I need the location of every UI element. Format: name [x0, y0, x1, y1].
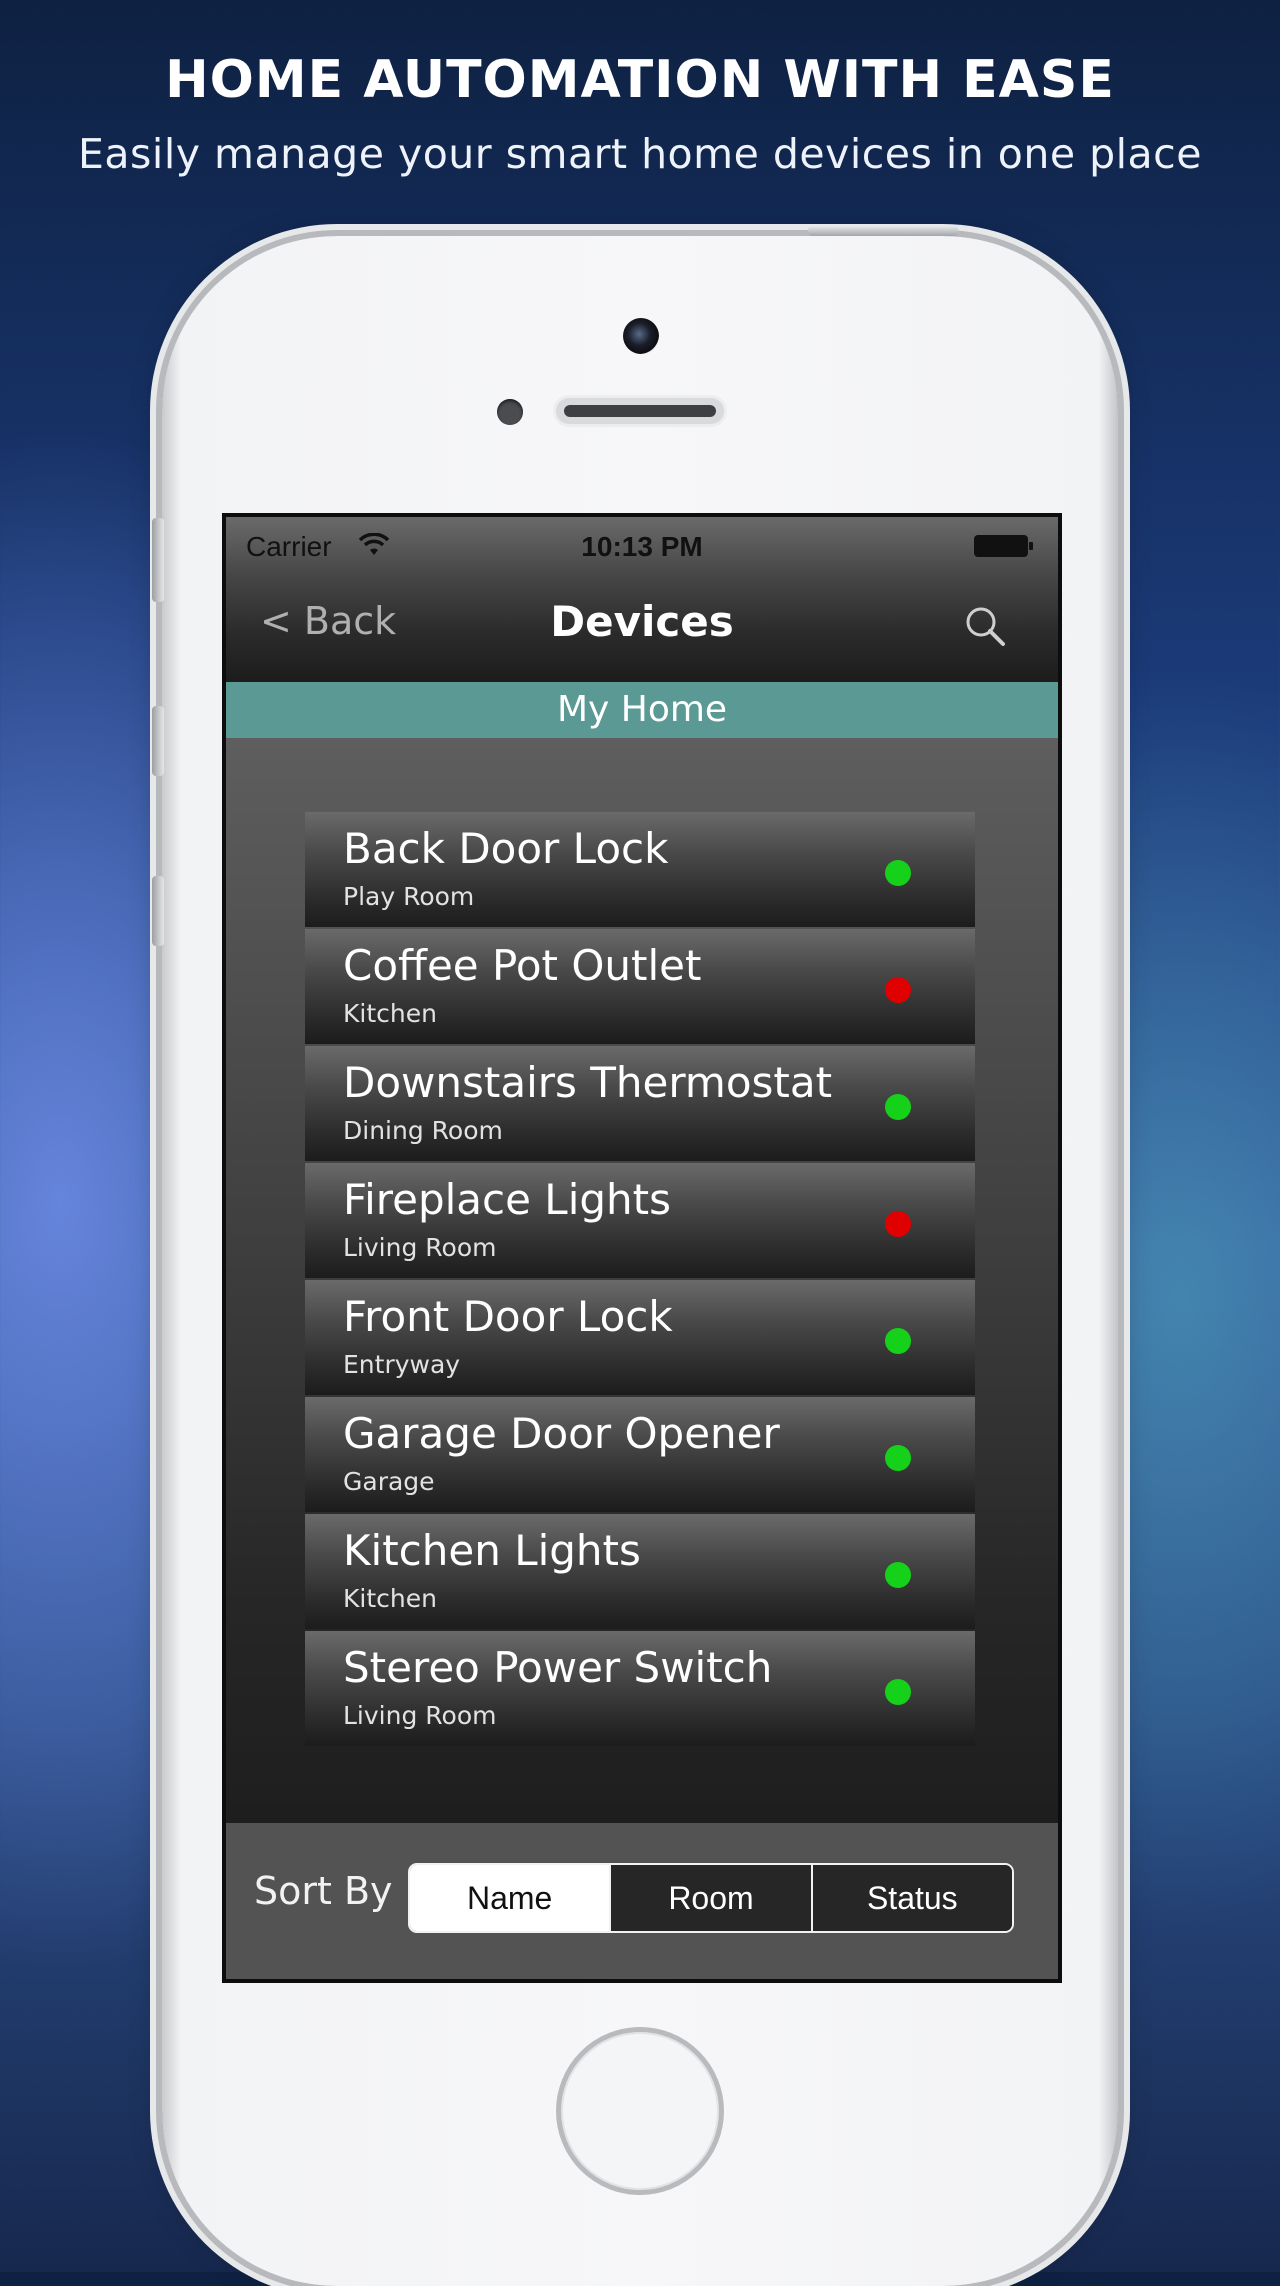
home-button[interactable]: [556, 2027, 724, 2195]
device-name: Front Door Lock: [343, 1292, 673, 1341]
device-name: Downstairs Thermostat: [343, 1058, 833, 1107]
sort-option-room[interactable]: Room: [609, 1865, 811, 1931]
phone-screen: Carrier 10:13 PM < Back Devices My Home …: [222, 513, 1062, 1983]
status-indicator-icon: [885, 1679, 911, 1705]
device-row[interactable]: Back Door Lock Play Room: [305, 812, 975, 927]
device-room: Living Room: [343, 1701, 497, 1730]
sort-bar: Sort By Name Room Status: [226, 1823, 1058, 1979]
device-room: Kitchen: [343, 999, 437, 1028]
sort-option-name[interactable]: Name: [410, 1865, 610, 1931]
device-name: Stereo Power Switch: [343, 1643, 773, 1692]
battery-icon: [974, 535, 1033, 557]
volume-down-button: [152, 876, 164, 946]
navigation-bar: Carrier 10:13 PM < Back Devices: [226, 517, 1058, 682]
status-indicator-icon: [885, 1562, 911, 1588]
device-name: Coffee Pot Outlet: [343, 941, 702, 990]
earpiece-speaker: [556, 398, 724, 424]
device-room: Dining Room: [343, 1116, 503, 1145]
device-list-area: Back Door Lock Play Room Coffee Pot Outlet…: [226, 738, 1058, 1823]
device-name: Fireplace Lights: [343, 1175, 672, 1224]
device-row[interactable]: Garage Door Opener Garage: [305, 1397, 975, 1512]
device-name: Garage Door Opener: [343, 1409, 780, 1458]
search-icon[interactable]: [962, 603, 1008, 649]
mute-switch: [152, 518, 164, 602]
status-indicator-icon: [885, 977, 911, 1003]
device-row[interactable]: Fireplace Lights Living Room: [305, 1163, 975, 1278]
device-room: Living Room: [343, 1233, 497, 1262]
device-row[interactable]: Coffee Pot Outlet Kitchen: [305, 929, 975, 1044]
status-indicator-icon: [885, 1211, 911, 1237]
power-button: [808, 226, 958, 236]
status-indicator-icon: [885, 1094, 911, 1120]
device-room: Play Room: [343, 882, 475, 911]
front-camera: [623, 318, 659, 354]
proximity-sensor: [497, 399, 523, 425]
sort-segmented-control: Name Room Status: [408, 1863, 1014, 1933]
device-row[interactable]: Downstairs Thermostat Dining Room: [305, 1046, 975, 1161]
sort-option-status[interactable]: Status: [810, 1865, 1012, 1931]
device-row[interactable]: Kitchen Lights Kitchen: [305, 1514, 975, 1629]
device-list: Back Door Lock Play Room Coffee Pot Outlet…: [305, 812, 975, 1748]
device-name: Back Door Lock: [343, 824, 669, 873]
promo-subheadline: Easily manage your smart home devices in…: [78, 130, 1202, 178]
device-room: Garage: [343, 1467, 435, 1496]
device-name: Kitchen Lights: [343, 1526, 641, 1575]
status-indicator-icon: [885, 860, 911, 886]
page-title: Devices: [550, 597, 734, 646]
status-indicator-icon: [885, 1445, 911, 1471]
volume-up-button: [152, 706, 164, 776]
device-room: Entryway: [343, 1350, 461, 1379]
device-row[interactable]: Stereo Power Switch Living Room: [305, 1631, 975, 1746]
location-banner: My Home: [226, 682, 1058, 738]
status-indicator-icon: [885, 1328, 911, 1354]
device-row[interactable]: Front Door Lock Entryway: [305, 1280, 975, 1395]
device-room: Kitchen: [343, 1584, 437, 1613]
sort-label: Sort By: [254, 1869, 393, 1913]
promo-headline: HOME AUTOMATION WITH EASE: [165, 50, 1115, 110]
clock: 10:13 PM: [581, 531, 703, 562]
